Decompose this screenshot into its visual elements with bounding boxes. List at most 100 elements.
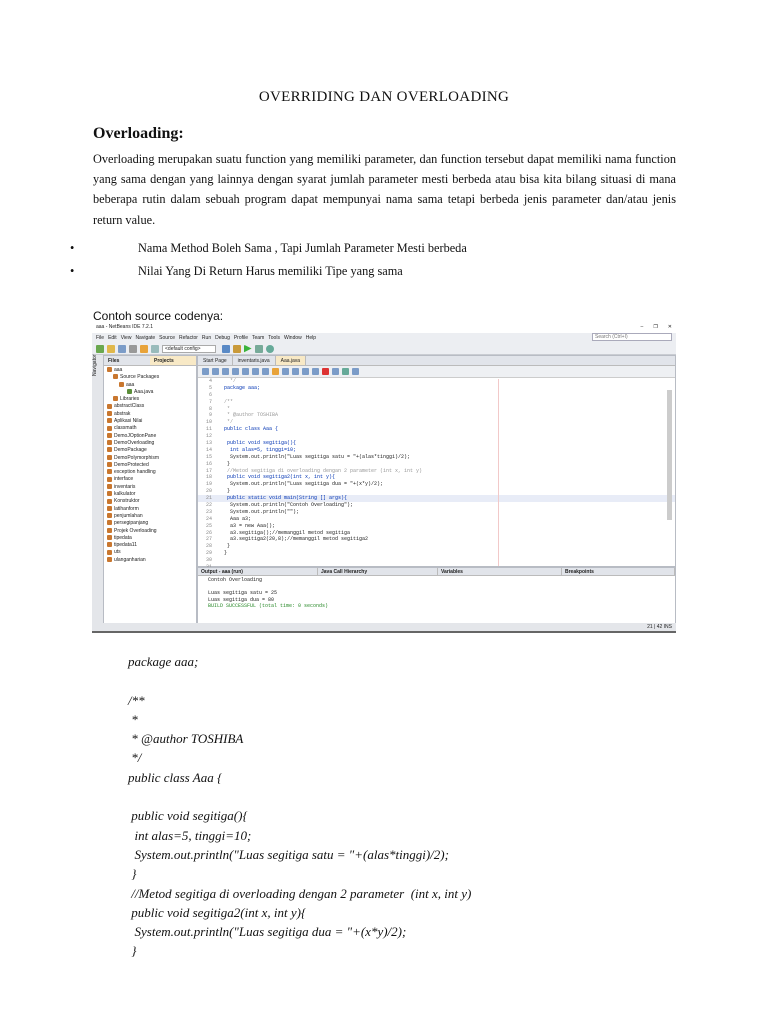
line-number: 15	[205, 453, 212, 460]
tab-call-hierarchy[interactable]: Java Call Hierarchy	[318, 568, 438, 575]
tree-item-label: Projek Overloading	[114, 527, 157, 534]
tree-item-label: DemoProtected	[114, 461, 149, 468]
code-text: }	[224, 550, 228, 557]
tree-item[interactable]: Projek Overloading	[107, 528, 193, 535]
tree-item[interactable]: kalkulator	[107, 491, 193, 498]
tab-files[interactable]: Files	[104, 356, 150, 365]
tab-start-page[interactable]: Start Page	[198, 356, 233, 365]
code-line: 7 /**	[198, 399, 675, 406]
tree-item[interactable]: penjumlahan	[107, 513, 193, 520]
menu-item-file[interactable]: File	[96, 335, 104, 341]
bullet-icon: •	[70, 241, 75, 255]
save-all-icon[interactable]	[129, 344, 137, 353]
editor-scrollbar[interactable]	[667, 390, 672, 520]
tree-item[interactable]: latihanform	[107, 506, 193, 513]
tree-item[interactable]: DemoProtected	[107, 462, 193, 469]
code-line: 10 */	[198, 419, 675, 426]
tree-item-label: abstractClass	[114, 403, 145, 410]
tab-output[interactable]: Output - aaa (run)	[198, 568, 318, 575]
tree-item[interactable]: uts	[107, 549, 193, 556]
projects-panel: Files Projects aaa Source Packages aaa Aaa.j…	[103, 355, 197, 625]
folder-icon	[107, 410, 112, 416]
folder-icon	[107, 542, 112, 548]
folder-icon	[107, 403, 112, 409]
code-listing-line: int alas=5, tinggi=10;	[128, 827, 252, 843]
tree-item-label: ulanganharian	[114, 556, 146, 563]
code-text: *	[224, 405, 231, 412]
redo-icon[interactable]	[151, 344, 159, 353]
tree-item[interactable]: inventaris	[107, 484, 193, 491]
folder-icon	[113, 374, 118, 380]
code-line: 15 System.out.println("Luas segitiga sat…	[198, 454, 675, 461]
menu-item-view[interactable]: View	[121, 335, 132, 341]
tree-item[interactable]: Konstruktor	[107, 498, 193, 505]
menu-item-source[interactable]: Source	[159, 335, 175, 341]
menu-item-edit[interactable]: Edit	[108, 335, 117, 341]
tree-item-label: inventaris	[114, 483, 136, 490]
build-icon[interactable]	[221, 344, 230, 353]
tree-item[interactable]: exception handling	[107, 469, 193, 476]
tree-item[interactable]: Source Packages	[107, 374, 193, 381]
tab-projects[interactable]: Projects	[150, 356, 196, 365]
code-line: 8 *	[198, 406, 675, 413]
menu-item-help[interactable]: Help	[306, 335, 316, 341]
menu-item-debug[interactable]: Debug	[215, 335, 230, 341]
line-number: 13	[205, 440, 212, 447]
menu-item-window[interactable]: Window	[284, 335, 302, 341]
tree-item[interactable]: DemoJOptionPane	[107, 433, 193, 440]
line-number: 12	[205, 433, 212, 440]
menu-item-refactor[interactable]: Refactor	[179, 335, 198, 341]
clean-build-icon[interactable]	[232, 344, 241, 353]
save-icon[interactable]	[118, 344, 126, 353]
tree-item[interactable]: classmath	[107, 425, 193, 432]
navigator-strip[interactable]: Navigator	[92, 355, 103, 625]
config-select[interactable]: <default config>	[162, 344, 216, 353]
tree-item[interactable]: Aaa.java	[107, 389, 193, 396]
line-number: 14	[205, 446, 212, 453]
tree-item[interactable]: DemoOverloading	[107, 440, 193, 447]
tree-item[interactable]: tipedata11	[107, 542, 193, 549]
tree-item[interactable]: Libraries	[107, 396, 193, 403]
menu-item-tools[interactable]: Tools	[268, 335, 280, 341]
folder-icon	[127, 389, 132, 395]
code-line: 20 }	[198, 488, 675, 495]
menu-item-run[interactable]: Run	[202, 335, 211, 341]
run-icon[interactable]	[243, 344, 252, 353]
code-text: public class Aaa {	[224, 426, 279, 433]
tree-item[interactable]: persegipanjang	[107, 520, 193, 527]
code-line: 6	[198, 392, 675, 399]
line-number: 26	[205, 529, 212, 536]
code-line: 24 Aaa a3;	[198, 516, 675, 523]
tab-inventaris[interactable]: inventaris.java	[233, 356, 276, 365]
open-icon[interactable]	[107, 344, 115, 353]
tree-item[interactable]: Aplikasi Nilai	[107, 418, 193, 425]
tree-item[interactable]: ulanganharian	[107, 557, 193, 564]
code-line: 18 public void segitiga2(int x, int y){	[198, 474, 675, 481]
tree-item[interactable]: DemoPackage	[107, 447, 193, 454]
code-editor[interactable]: Start Page inventaris.java Aaa.java 4 */5 p…	[197, 355, 676, 570]
line-number: 19	[205, 481, 212, 488]
tree-item[interactable]: abstrak	[107, 411, 193, 418]
code-listing: package aaa; /** * * @author TOSHIBA */ pu…	[128, 652, 471, 961]
tab-breakpoints[interactable]: Breakpoints	[562, 568, 675, 575]
tree-item[interactable]: interface	[107, 476, 193, 483]
code-text: System.out.println("");	[224, 508, 300, 515]
menu-item-team[interactable]: Team	[252, 335, 264, 341]
tab-variables[interactable]: Variables	[438, 568, 562, 575]
page-title: OVERRIDING DAN OVERLOADING	[258, 89, 510, 105]
tree-item[interactable]: aaa	[107, 382, 193, 389]
tab-aaa-java[interactable]: Aaa.java	[275, 356, 307, 365]
menu-item-profile[interactable]: Profile	[234, 335, 248, 341]
tree-item[interactable]: DemoPolymorphism	[107, 455, 193, 462]
tree-item[interactable]: abstractClass	[107, 403, 193, 410]
tree-item[interactable]: aaa	[107, 367, 193, 374]
tree-item[interactable]: tipedata	[107, 535, 193, 542]
menu-item-navigate[interactable]: Navigate	[135, 335, 155, 341]
code-text: System.out.println("Luas segitiga satu =…	[224, 453, 411, 460]
search-input[interactable]: Search (Ctrl+I)	[592, 333, 672, 341]
code-line: 28 }	[198, 543, 675, 550]
new-project-icon[interactable]	[96, 344, 104, 353]
debug-icon[interactable]	[254, 344, 263, 353]
undo-icon[interactable]	[140, 344, 148, 353]
profile-icon[interactable]	[265, 344, 274, 353]
